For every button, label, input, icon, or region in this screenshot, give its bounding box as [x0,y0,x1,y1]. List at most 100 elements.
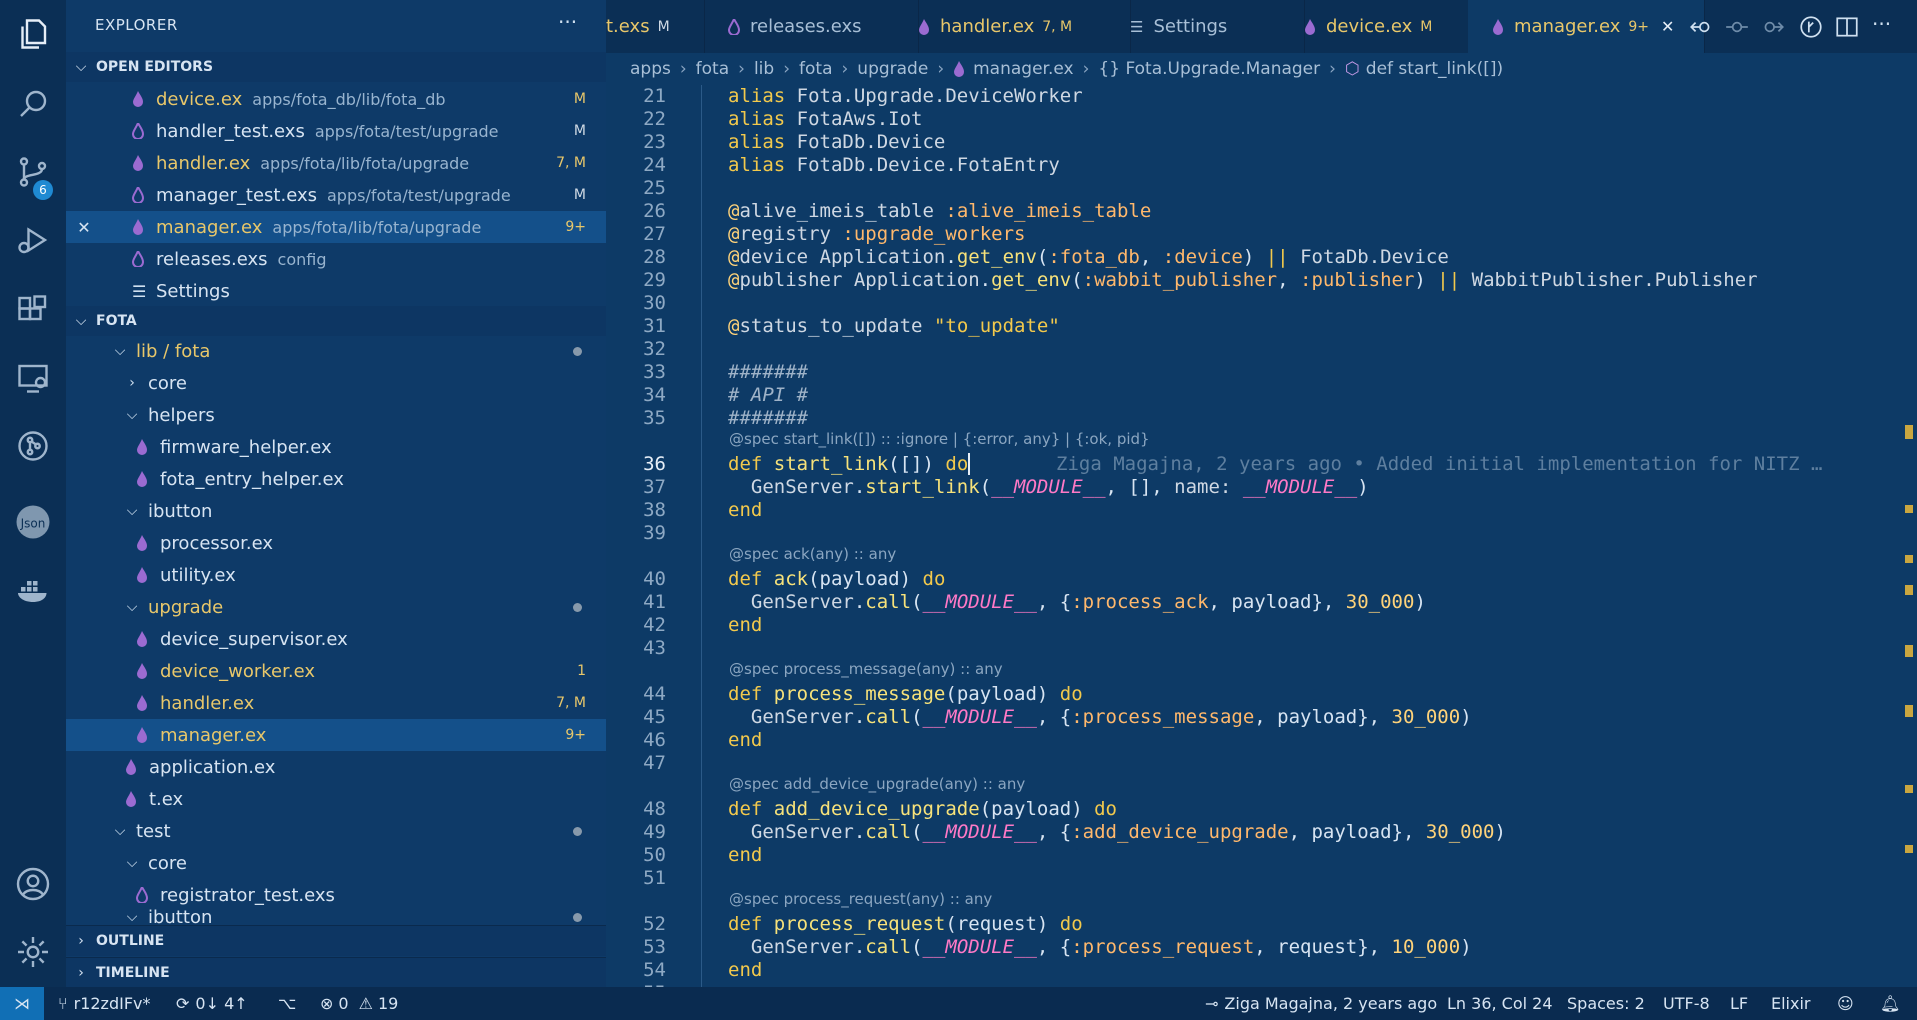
breadcrumb-item[interactable]: {} Fota.Upgrade.Manager [1098,59,1320,79]
remote-explorer-icon[interactable] [0,350,66,406]
files-icon[interactable] [0,6,66,62]
code-line[interactable]: @device Application.get_env(:fota_db, :d… [728,246,1449,268]
settings-gear-icon[interactable] [0,924,66,980]
code-line[interactable]: end [728,959,762,981]
tree-file[interactable]: t.ex [66,783,606,815]
json-icon[interactable]: Json [0,494,66,550]
code-line[interactable]: GenServer.call(__MODULE__, {:add_device_… [728,821,1506,843]
fota-folder-header[interactable]: ⌵ FOTA [66,306,606,336]
code-line[interactable]: GenServer.call(__MODULE__, {:process_ack… [728,591,1426,613]
breadcrumb-item[interactable]: def start_link([]) [1366,59,1503,79]
cursor-position[interactable]: Ln 36, Col 24 [1447,987,1553,1020]
spec-codelens[interactable]: @spec start_link([]) :: :ignore | {:erro… [729,430,1150,448]
tab-device[interactable]: device.ex M [1280,0,1493,53]
code-line[interactable]: ####### [728,407,808,429]
code-line[interactable]: ####### [728,361,808,383]
spec-codelens[interactable]: @spec add_device_upgrade(any) :: any [729,775,1025,793]
code-line[interactable]: GenServer.call(__MODULE__, {:process_mes… [728,706,1472,728]
end-of-line[interactable]: LF [1730,987,1748,1020]
code-line[interactable]: end [728,499,762,521]
code-line[interactable]: # API # [728,384,808,406]
run-debug-icon[interactable] [0,212,66,268]
open-editors-header[interactable]: ⌵ OPEN EDITORS [66,52,606,82]
blame-status[interactable]: ⊸ Ziga Magajna, 2 years ago [1205,987,1437,1020]
sync-indicator[interactable]: ⟳ 0↓ 4↑ [176,987,248,1020]
tree-file[interactable]: handler.ex 7, M [66,687,606,719]
branch-indicator[interactable]: ⑂ r12zdIFv* [58,987,151,1020]
tree-file[interactable]: firmware_helper.ex [66,431,606,463]
breadcrumb-item[interactable]: upgrade [857,59,928,79]
code-line[interactable]: GenServer.call(__MODULE__, {:process_req… [728,936,1472,958]
open-editor-item[interactable]: releases.exs config [66,243,606,275]
tree-file[interactable]: processor.ex [66,527,606,559]
indentation[interactable]: Spaces: 2 [1567,987,1645,1020]
code-line[interactable]: alias Fota.Upgrade.DeviceWorker [728,85,1083,107]
language-mode[interactable]: Elixir [1771,987,1811,1020]
code-line[interactable]: end [728,614,762,636]
more-actions-icon[interactable]: ··· [1872,12,1891,36]
more-actions-icon[interactable]: ··· [558,10,577,34]
code-line[interactable]: alias FotaAws.Iot [728,108,923,130]
tree-file[interactable]: application.ex [66,751,606,783]
tree-file[interactable]: fota_entry_helper.ex [66,463,606,495]
code-line[interactable]: @status_to_update "to_update" [728,315,1060,337]
code-editor[interactable]: 21 alias Fota.Upgrade.DeviceWorker 22 al… [606,85,1917,987]
tab-t-exs[interactable]: t.exs M [606,0,705,53]
tab-settings[interactable]: ☰ Settings [1106,0,1305,53]
code-line[interactable]: def process_message(payload) do [728,683,1083,705]
tab-manager-active[interactable]: manager.ex 9+ ✕ [1468,0,1705,53]
breadcrumb-item[interactable]: fota [799,59,832,79]
code-line[interactable]: end [728,844,762,866]
open-editor-item[interactable]: device.ex apps/fota_db/lib/fota_db M [66,83,606,115]
go-back-icon[interactable] [1688,14,1714,40]
tree-folder[interactable]: ⌵ ibutton [66,495,606,527]
code-line[interactable]: def process_request(request) do [728,913,1083,935]
code-line[interactable]: def add_device_upgrade(payload) do [728,798,1117,820]
code-line[interactable]: @registry :upgrade_workers [728,223,1025,245]
tree-folder[interactable]: ⌵ test [66,815,606,847]
notifications-bell-icon[interactable]: 🔔︎ [1880,987,1900,1020]
code-line[interactable]: def ack(payload) do [728,568,945,590]
tree-folder[interactable]: ⌵ helpers [66,399,606,431]
code-line[interactable]: GenServer.start_link(__MODULE__, [], nam… [728,476,1369,498]
feedback-icon[interactable]: ☺ [1837,987,1854,1020]
go-forward-icon[interactable] [1760,14,1786,40]
spec-codelens[interactable]: @spec process_message(any) :: any [729,660,1003,678]
code-line[interactable]: alias FotaDb.Device [728,131,945,153]
git-graph-status-icon[interactable]: ⌥ [278,987,296,1020]
breadcrumb-item[interactable]: manager.ex [973,59,1073,79]
git-commit-icon[interactable] [1724,14,1750,40]
breadcrumb-item[interactable]: lib [754,59,774,79]
problems-indicator[interactable]: ⊗ 0 ⚠ 19 [320,987,398,1020]
tree-folder[interactable]: ⌵ ibutton [66,907,606,927]
close-icon[interactable]: ✕ [66,218,102,237]
tree-file[interactable]: device_supervisor.ex [66,623,606,655]
search-icon[interactable] [0,76,66,132]
tree-file-selected[interactable]: manager.ex 9+ [66,719,606,751]
encoding[interactable]: UTF-8 [1663,987,1710,1020]
code-line[interactable]: @publisher Application.get_env(:wabbit_p… [728,269,1758,291]
tab-handler[interactable]: handler.ex 7, M [894,0,1131,53]
docker-icon[interactable] [0,562,66,618]
outline-header[interactable]: › OUTLINE [66,925,606,956]
open-editor-item[interactable]: handler_test.exs apps/fota/test/upgrade … [66,115,606,147]
open-editor-item[interactable]: handler.ex apps/fota/lib/fota/upgrade 7,… [66,147,606,179]
open-editor-item[interactable]: manager_test.exs apps/fota/test/upgrade … [66,179,606,211]
open-editor-item[interactable]: ☰ Settings [66,275,606,307]
source-control-icon[interactable]: 6 [0,144,66,200]
extensions-icon[interactable] [0,282,66,338]
open-changes-icon[interactable] [1798,14,1824,40]
remote-indicator-icon[interactable]: ⋊ [0,987,44,1020]
tab-releases[interactable]: releases.exs [704,0,919,53]
overview-ruler[interactable] [1901,85,1917,987]
close-icon[interactable]: ✕ [1661,17,1674,36]
breadcrumb-item[interactable]: fota [696,59,729,79]
account-icon[interactable] [0,856,66,912]
tree-folder[interactable]: ⌵ upgrade [66,591,606,623]
spec-codelens[interactable]: @spec process_request(any) :: any [729,890,992,908]
timeline-header[interactable]: › TIMELINE [66,957,606,988]
code-line[interactable]: @alive_imeis_table :alive_imeis_table [728,200,1151,222]
split-editor-icon[interactable] [1834,14,1860,40]
tree-file[interactable]: device_worker.ex 1 [66,655,606,687]
code-line-current[interactable]: def start_link([]) do [728,453,971,475]
